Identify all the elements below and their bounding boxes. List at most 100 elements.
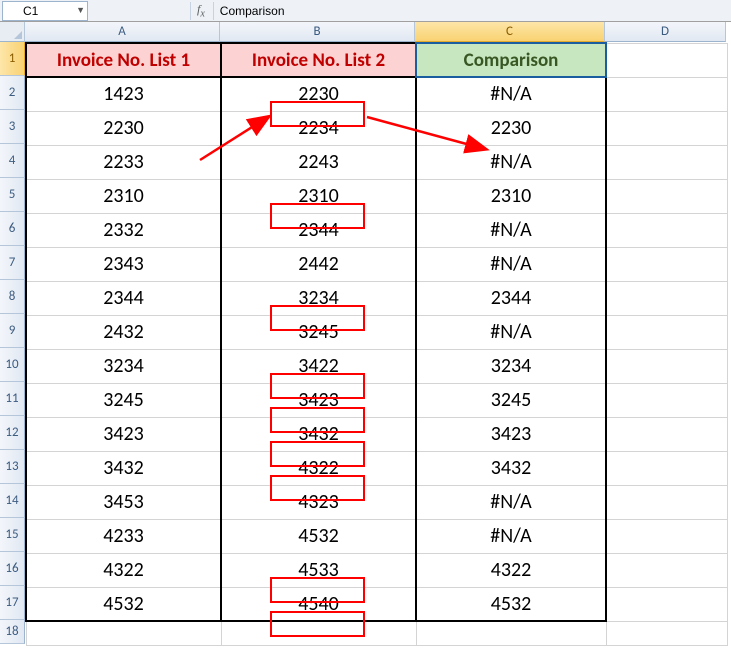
cell-B12[interactable]: 3432 bbox=[221, 417, 416, 451]
row-header-10[interactable]: 10 bbox=[0, 348, 25, 382]
cell-B7[interactable]: 2442 bbox=[221, 247, 416, 281]
cell-A2[interactable]: 1423 bbox=[26, 77, 221, 111]
cell-A14[interactable]: 3453 bbox=[26, 485, 221, 519]
cell-D17[interactable] bbox=[606, 587, 727, 621]
cell-B10[interactable]: 3422 bbox=[221, 349, 416, 383]
formula-bar: C1 ▼ fx bbox=[0, 0, 731, 22]
cell-C7[interactable]: #N/A bbox=[416, 247, 606, 281]
cell-B15[interactable]: 4532 bbox=[221, 519, 416, 553]
cell-C14[interactable]: #N/A bbox=[416, 485, 606, 519]
cell-B4[interactable]: 2243 bbox=[221, 145, 416, 179]
cell-D2[interactable] bbox=[606, 77, 727, 111]
cell-D10[interactable] bbox=[606, 349, 727, 383]
cell-B11[interactable]: 3423 bbox=[221, 383, 416, 417]
formula-input[interactable] bbox=[216, 2, 731, 20]
column-header-D[interactable]: D bbox=[605, 22, 726, 42]
header-A[interactable]: Invoice No. List 1 bbox=[26, 43, 221, 77]
cell-A13[interactable]: 3432 bbox=[26, 451, 221, 485]
row-header-2[interactable]: 2 bbox=[0, 76, 25, 110]
header-B[interactable]: Invoice No. List 2 bbox=[221, 43, 416, 77]
cell-B6[interactable]: 2344 bbox=[221, 213, 416, 247]
cell-D3[interactable] bbox=[606, 111, 727, 145]
row-header-7[interactable]: 7 bbox=[0, 246, 25, 280]
cell-D14[interactable] bbox=[606, 485, 727, 519]
cell-D7[interactable] bbox=[606, 247, 727, 281]
cell-A18[interactable] bbox=[26, 621, 221, 645]
cell-D16[interactable] bbox=[606, 553, 727, 587]
cell-B13[interactable]: 4322 bbox=[221, 451, 416, 485]
cell-D1[interactable] bbox=[606, 43, 727, 77]
cell-B8[interactable]: 3234 bbox=[221, 281, 416, 315]
cell-A9[interactable]: 2432 bbox=[26, 315, 221, 349]
row-header-1[interactable]: 1 bbox=[0, 42, 25, 76]
cell-A6[interactable]: 2332 bbox=[26, 213, 221, 247]
cell-D13[interactable] bbox=[606, 451, 727, 485]
cell-B2[interactable]: 2230 bbox=[221, 77, 416, 111]
row-header-12[interactable]: 12 bbox=[0, 416, 25, 450]
cell-A11[interactable]: 3245 bbox=[26, 383, 221, 417]
column-header-A[interactable]: A bbox=[25, 22, 220, 42]
row-header-3[interactable]: 3 bbox=[0, 110, 25, 144]
row-header-17[interactable]: 17 bbox=[0, 586, 25, 620]
cell-B5[interactable]: 2310 bbox=[221, 179, 416, 213]
cell-A12[interactable]: 3423 bbox=[26, 417, 221, 451]
cell-B14[interactable]: 4323 bbox=[221, 485, 416, 519]
cell-D6[interactable] bbox=[606, 213, 727, 247]
cell-D5[interactable] bbox=[606, 179, 727, 213]
cell-C9[interactable]: #N/A bbox=[416, 315, 606, 349]
column-header-B[interactable]: B bbox=[220, 22, 415, 42]
cell-D18[interactable] bbox=[606, 621, 727, 645]
row-header-8[interactable]: 8 bbox=[0, 280, 25, 314]
cell-A4[interactable]: 2233 bbox=[26, 145, 221, 179]
fx-icon[interactable]: fx bbox=[197, 2, 205, 19]
row-header-6[interactable]: 6 bbox=[0, 212, 25, 246]
cell-D8[interactable] bbox=[606, 281, 727, 315]
cell-B17[interactable]: 4540 bbox=[221, 587, 416, 621]
row-header-18[interactable]: 18 bbox=[0, 620, 25, 644]
row-header-11[interactable]: 11 bbox=[0, 382, 25, 416]
cell-C10[interactable]: 3234 bbox=[416, 349, 606, 383]
row-header-13[interactable]: 13 bbox=[0, 450, 25, 484]
select-all-corner[interactable] bbox=[0, 22, 25, 42]
row-header-4[interactable]: 4 bbox=[0, 144, 25, 178]
cell-A7[interactable]: 2343 bbox=[26, 247, 221, 281]
row-header-9[interactable]: 9 bbox=[0, 314, 25, 348]
cell-D11[interactable] bbox=[606, 383, 727, 417]
cell-C15[interactable]: #N/A bbox=[416, 519, 606, 553]
cell-C11[interactable]: 3245 bbox=[416, 383, 606, 417]
name-box[interactable]: C1 ▼ bbox=[2, 1, 88, 21]
cell-B3[interactable]: 2234 bbox=[221, 111, 416, 145]
cell-A3[interactable]: 2230 bbox=[26, 111, 221, 145]
row-header-14[interactable]: 14 bbox=[0, 484, 25, 518]
cell-C2[interactable]: #N/A bbox=[416, 77, 606, 111]
cell-C5[interactable]: 2310 bbox=[416, 179, 606, 213]
cell-C13[interactable]: 3432 bbox=[416, 451, 606, 485]
cell-A10[interactable]: 3234 bbox=[26, 349, 221, 383]
row-header-16[interactable]: 16 bbox=[0, 552, 25, 586]
header-C[interactable]: Comparison bbox=[416, 43, 606, 77]
cell-C6[interactable]: #N/A bbox=[416, 213, 606, 247]
cell-C4[interactable]: #N/A bbox=[416, 145, 606, 179]
cell-A16[interactable]: 4322 bbox=[26, 553, 221, 587]
cell-A8[interactable]: 2344 bbox=[26, 281, 221, 315]
cell-C17[interactable]: 4532 bbox=[416, 587, 606, 621]
cell-C12[interactable]: 3423 bbox=[416, 417, 606, 451]
cell-B18[interactable] bbox=[221, 621, 416, 645]
cell-B9[interactable]: 3245 bbox=[221, 315, 416, 349]
row-header-15[interactable]: 15 bbox=[0, 518, 25, 552]
cell-C3[interactable]: 2230 bbox=[416, 111, 606, 145]
cell-D15[interactable] bbox=[606, 519, 727, 553]
cell-A17[interactable]: 4532 bbox=[26, 587, 221, 621]
row-header-5[interactable]: 5 bbox=[0, 178, 25, 212]
cell-C16[interactable]: 4322 bbox=[416, 553, 606, 587]
cell-C8[interactable]: 2344 bbox=[416, 281, 606, 315]
chevron-down-icon[interactable]: ▼ bbox=[76, 5, 85, 15]
column-header-C[interactable]: C bbox=[415, 22, 605, 42]
cell-D9[interactable] bbox=[606, 315, 727, 349]
cell-A15[interactable]: 4233 bbox=[26, 519, 221, 553]
cell-D12[interactable] bbox=[606, 417, 727, 451]
cell-A5[interactable]: 2310 bbox=[26, 179, 221, 213]
cell-D4[interactable] bbox=[606, 145, 727, 179]
cell-B16[interactable]: 4533 bbox=[221, 553, 416, 587]
cell-C18[interactable] bbox=[416, 621, 606, 645]
